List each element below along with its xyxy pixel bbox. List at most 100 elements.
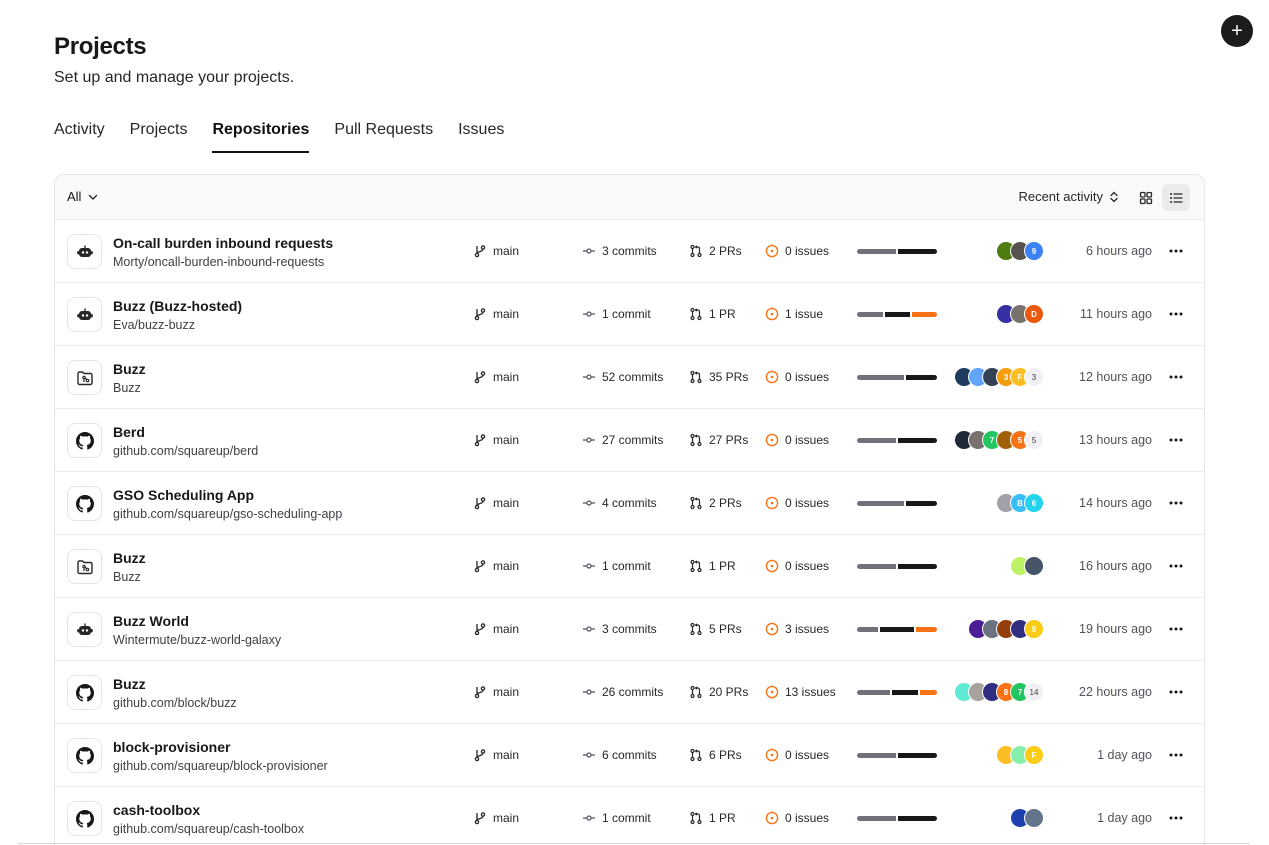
more-options-button[interactable] xyxy=(1166,305,1186,323)
table-row[interactable]: Buzz Buzz main 52 commits 35 PRs 0 issues 3 F 3 1… xyxy=(55,346,1204,409)
more-options-button[interactable] xyxy=(1166,494,1186,512)
commits[interactable]: 27 commits xyxy=(582,433,663,447)
pull-requests[interactable]: 2 PRs xyxy=(689,244,742,258)
avatar[interactable]: 9 xyxy=(1024,241,1044,261)
tab-issues[interactable]: Issues xyxy=(458,121,504,153)
add-project-button[interactable]: + xyxy=(1221,15,1253,47)
pull-request-icon xyxy=(689,307,703,321)
table-row[interactable]: Buzz Buzz main 1 commit 1 PR 0 issues 16 hours… xyxy=(55,535,1204,598)
commits[interactable]: 3 commits xyxy=(582,622,657,636)
branch[interactable]: main xyxy=(473,748,519,762)
pull-requests[interactable]: 2 PRs xyxy=(689,496,742,510)
repo-name[interactable]: cash-toolbox xyxy=(113,802,200,818)
bot-icon xyxy=(76,308,93,320)
table-row[interactable]: Buzz (Buzz-hosted) Eva/buzz-buzz main 1 com… xyxy=(55,283,1204,346)
table-row[interactable]: On-call burden inbound requests Morty/onc… xyxy=(55,220,1204,283)
pull-requests[interactable]: 1 PR xyxy=(689,307,736,321)
branch[interactable]: main xyxy=(473,370,519,384)
more-options-button[interactable] xyxy=(1166,809,1186,827)
avatar[interactable]: F xyxy=(1024,745,1044,765)
more-options-button[interactable] xyxy=(1166,746,1186,764)
avatar[interactable]: 6 xyxy=(1024,493,1044,513)
filter-dropdown[interactable]: All xyxy=(67,189,99,204)
commits[interactable]: 1 commit xyxy=(582,559,651,573)
issues[interactable]: 13 issues xyxy=(765,685,836,699)
commits[interactable]: 26 commits xyxy=(582,685,663,699)
pull-requests[interactable]: 35 PRs xyxy=(689,370,748,384)
branch-label: main xyxy=(493,685,520,699)
contributor-avatars: 9 xyxy=(996,241,1044,261)
branch[interactable]: main xyxy=(473,244,519,258)
avatar[interactable]: 9 xyxy=(1024,619,1044,639)
repo-name[interactable]: Buzz xyxy=(113,361,146,377)
branch-label: main xyxy=(493,433,520,447)
table-row[interactable]: GSO Scheduling App github.com/squareup/gs… xyxy=(55,472,1204,535)
more-options-button[interactable] xyxy=(1166,431,1186,449)
issues[interactable]: 0 issues xyxy=(765,748,829,762)
pull-requests[interactable]: 1 PR xyxy=(689,559,736,573)
more-options-button[interactable] xyxy=(1166,557,1186,575)
pull-requests[interactable]: 20 PRs xyxy=(689,685,748,699)
repo-name[interactable]: block-provisioner xyxy=(113,739,230,755)
tab-activity[interactable]: Activity xyxy=(54,121,105,153)
branch[interactable]: main xyxy=(473,496,519,510)
tab-pull-requests[interactable]: Pull Requests xyxy=(334,121,433,153)
issues[interactable]: 0 issues xyxy=(765,496,829,510)
tab-repositories[interactable]: Repositories xyxy=(212,121,309,153)
repo-name[interactable]: Buzz xyxy=(113,550,146,566)
commits[interactable]: 1 commit xyxy=(582,307,651,321)
issues[interactable]: 3 issues xyxy=(765,622,829,636)
branch[interactable]: main xyxy=(473,307,519,321)
branch[interactable]: main xyxy=(473,685,519,699)
github-icon xyxy=(75,683,94,702)
issues-label: 0 issues xyxy=(785,811,830,825)
pull-requests[interactable]: 1 PR xyxy=(689,811,736,825)
activity-bar xyxy=(857,690,937,695)
branch[interactable]: main xyxy=(473,811,519,825)
pull-requests[interactable]: 6 PRs xyxy=(689,748,742,762)
table-row[interactable]: Berd github.com/squareup/berd main 27 commi… xyxy=(55,409,1204,472)
page-subtitle: Set up and manage your projects. xyxy=(54,69,295,86)
issue-icon xyxy=(765,307,779,321)
commits[interactable]: 4 commits xyxy=(582,496,657,510)
branch-label: main xyxy=(493,559,520,573)
commits-label: 1 commit xyxy=(602,307,651,321)
table-row[interactable]: block-provisioner github.com/squareup/blo… xyxy=(55,724,1204,787)
repo-name[interactable]: GSO Scheduling App xyxy=(113,487,254,503)
table-row[interactable]: Buzz World Wintermute/buzz-world-galaxy ma… xyxy=(55,598,1204,661)
table-row[interactable]: cash-toolbox github.com/squareup/cash-too… xyxy=(55,787,1204,845)
pull-requests[interactable]: 5 PRs xyxy=(689,622,742,636)
avatar[interactable] xyxy=(1024,808,1044,828)
more-options-button[interactable] xyxy=(1166,368,1186,386)
commits[interactable]: 52 commits xyxy=(582,370,663,384)
tab-projects[interactable]: Projects xyxy=(130,121,188,153)
list-view-button[interactable] xyxy=(1162,184,1190,211)
pull-requests[interactable]: 27 PRs xyxy=(689,433,748,447)
avatar[interactable] xyxy=(1024,556,1044,576)
repo-name[interactable]: Berd xyxy=(113,424,145,440)
sort-dropdown[interactable]: Recent activity xyxy=(1018,189,1119,204)
repo-name[interactable]: Buzz xyxy=(113,676,146,692)
issues-label: 0 issues xyxy=(785,559,830,573)
issues[interactable]: 0 issues xyxy=(765,244,829,258)
issues[interactable]: 0 issues xyxy=(765,433,829,447)
commits[interactable]: 3 commits xyxy=(582,244,657,258)
table-row[interactable]: Buzz github.com/block/buzz main 26 commits 2… xyxy=(55,661,1204,724)
issues[interactable]: 1 issue xyxy=(765,307,823,321)
commits[interactable]: 1 commit xyxy=(582,811,651,825)
issues[interactable]: 0 issues xyxy=(765,559,829,573)
repo-name[interactable]: Buzz (Buzz-hosted) xyxy=(113,298,242,314)
more-options-button[interactable] xyxy=(1166,242,1186,260)
more-options-button[interactable] xyxy=(1166,620,1186,638)
branch[interactable]: main xyxy=(473,433,519,447)
repo-name[interactable]: On-call burden inbound requests xyxy=(113,235,333,251)
commits[interactable]: 6 commits xyxy=(582,748,657,762)
issues[interactable]: 0 issues xyxy=(765,811,829,825)
issues[interactable]: 0 issues xyxy=(765,370,829,384)
branch[interactable]: main xyxy=(473,622,519,636)
more-options-button[interactable] xyxy=(1166,683,1186,701)
grid-view-button[interactable] xyxy=(1132,184,1160,211)
repo-name[interactable]: Buzz World xyxy=(113,613,189,629)
avatar[interactable]: D xyxy=(1024,304,1044,324)
branch[interactable]: main xyxy=(473,559,519,573)
